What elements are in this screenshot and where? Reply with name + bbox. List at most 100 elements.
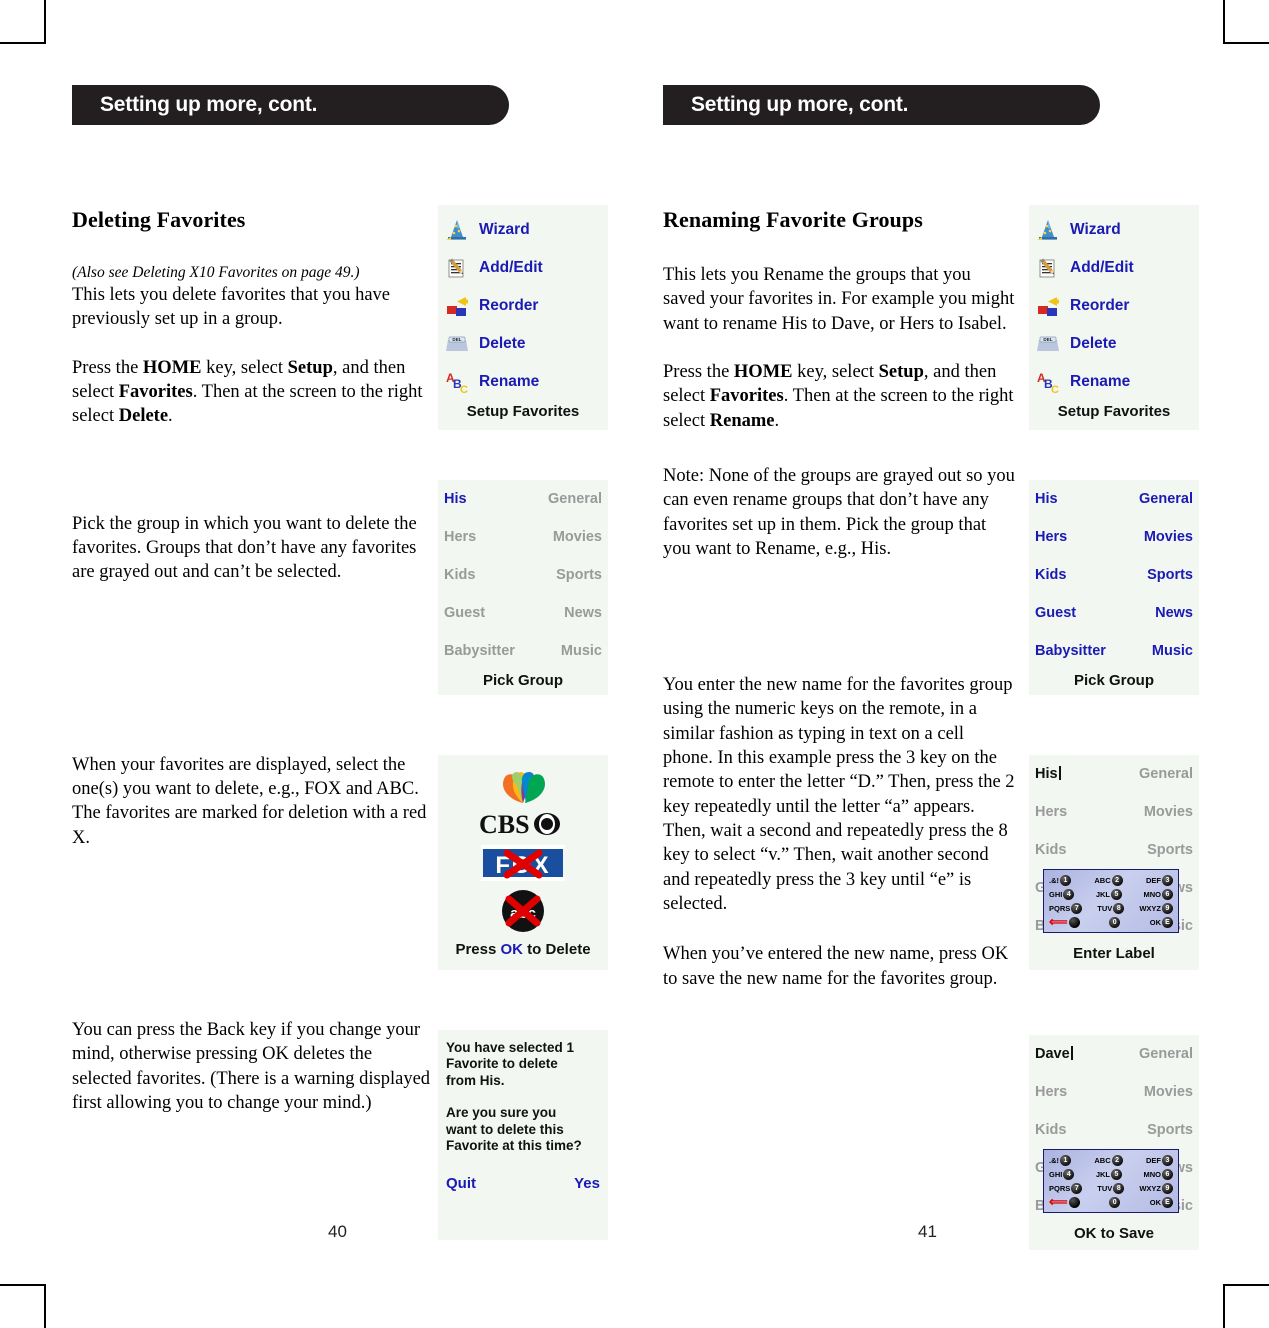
- nbc-peacock-logo[interactable]: [492, 765, 554, 805]
- back-arrow-icon: ⟸: [1049, 1194, 1068, 1209]
- menu-item-wizard[interactable]: Wizard: [1029, 211, 1199, 249]
- right-setup-favorites-menu[interactable]: Wizard Add/Edit Reorder DEL Delete A B C…: [1029, 205, 1199, 430]
- key-7-label: PQRS: [1049, 1183, 1071, 1193]
- key-7[interactable]: PQRS 7: [1049, 902, 1083, 914]
- pick-group-row[interactable]: Kids Sports: [1029, 556, 1199, 594]
- keypad-row: PQRS 7 TUV 8 WXYZ 9: [1046, 901, 1176, 915]
- ok-to-save-screen[interactable]: DaveGeneral HersMovies KidsSports GuestN…: [1029, 1035, 1199, 1250]
- right-pick-group-screen[interactable]: His General Hers Movies Kids Sports Guest Ne…: [1029, 480, 1199, 695]
- svg-text:CBS: CBS: [479, 810, 530, 839]
- lp-delete: Delete: [118, 406, 169, 427]
- menu-item-reorder[interactable]: Reorder: [438, 287, 608, 325]
- group-sports: Sports: [1147, 1122, 1193, 1138]
- key-back[interactable]: ⟸: [1049, 1194, 1080, 1209]
- numeric-keypad-overlay[interactable]: .&! 1 ABC 2 DEF 3 GHI 4 JKL 5 MNO 6 PQRS 7 TUV 8…: [1043, 869, 1179, 933]
- menu-item-rename[interactable]: A B C Rename: [438, 363, 608, 401]
- key-3-label: DEF: [1146, 1155, 1161, 1165]
- key-8[interactable]: TUV 8: [1097, 902, 1125, 914]
- key-9[interactable]: WXYZ 9: [1139, 1182, 1173, 1194]
- key-4[interactable]: GHI 4: [1049, 1168, 1075, 1180]
- menu-item-add-edit[interactable]: Add/Edit: [438, 249, 608, 287]
- menu-item-reorder[interactable]: Reorder: [1029, 287, 1199, 325]
- key-1[interactable]: .&! 1: [1049, 1154, 1071, 1166]
- key-ok[interactable]: OK E: [1150, 916, 1173, 928]
- yes-button[interactable]: Yes: [574, 1175, 600, 1193]
- fox-logo-marked[interactable]: FOX: [481, 843, 565, 883]
- crop-mark-top-right-h: [1225, 42, 1269, 44]
- menu-item-delete[interactable]: DEL Delete: [1029, 325, 1199, 363]
- key-0[interactable]: 0: [1109, 916, 1121, 928]
- pick-group-row[interactable]: Babysitter Music: [438, 632, 608, 670]
- group-hers: Hers: [444, 529, 477, 545]
- group-general: General: [1139, 1046, 1193, 1062]
- abc-logo-marked[interactable]: abc: [495, 887, 551, 935]
- key-2[interactable]: ABC 2: [1094, 1154, 1123, 1166]
- pick-group-row[interactable]: Babysitter Music: [1029, 632, 1199, 670]
- key-0[interactable]: 0: [1109, 1196, 1121, 1208]
- rp-home: HOME: [733, 361, 793, 382]
- key-5[interactable]: JKL 5: [1096, 888, 1122, 900]
- group-kids: Kids: [1035, 1122, 1067, 1138]
- pick-group-row[interactable]: His General: [438, 480, 608, 518]
- pick-group-row[interactable]: Kids Sports: [438, 556, 608, 594]
- key-6-label: MNO: [1143, 889, 1161, 899]
- menu-item-reorder-label: Reorder: [479, 297, 539, 314]
- key-5[interactable]: JKL 5: [1095, 1168, 1122, 1180]
- key-7-digit: 7: [1071, 902, 1083, 914]
- crop-mark-top-left-h: [0, 42, 44, 44]
- label-edit-field[interactable]: His: [1035, 766, 1061, 782]
- menu-item-rename-label: Rename: [1070, 373, 1131, 390]
- enter-label-row[interactable]: Kids Sports: [1029, 831, 1199, 869]
- pick-group-row[interactable]: His General: [1029, 480, 1199, 518]
- pick-group-row[interactable]: Hers Movies: [438, 518, 608, 556]
- group-movies: Movies: [1143, 529, 1193, 545]
- menu-item-delete[interactable]: DEL Delete: [438, 325, 608, 363]
- enter-label-row[interactable]: His General: [1029, 755, 1199, 793]
- ok-to-save-row[interactable]: Dave General: [1029, 1035, 1199, 1073]
- key-7[interactable]: PQRS 7: [1049, 1182, 1083, 1194]
- left-setup-favorites-menu[interactable]: Wizard Add/Edit Reorder DEL Delete A B C…: [438, 205, 608, 430]
- pick-group-row[interactable]: Hers Movies: [1029, 518, 1199, 556]
- key-back-dot: [1068, 916, 1080, 928]
- key-6[interactable]: MNO 6: [1143, 1168, 1173, 1180]
- quit-button[interactable]: Quit: [446, 1175, 476, 1193]
- numeric-keypad-overlay[interactable]: .&! 1 ABC 2 DEF 3 GHI 4 JKL 5 MNO 6 PQRS 7 TUV 8…: [1043, 1149, 1179, 1213]
- menu-item-add-edit[interactable]: Add/Edit: [1029, 249, 1199, 287]
- key-2[interactable]: ABC 2: [1094, 874, 1123, 886]
- key-1[interactable]: .&! 1: [1049, 874, 1071, 886]
- key-8[interactable]: TUV 8: [1097, 1182, 1125, 1194]
- key-6[interactable]: MNO 6: [1143, 888, 1173, 900]
- group-movies: Movies: [552, 529, 602, 545]
- key-9[interactable]: WXYZ 9: [1139, 902, 1173, 914]
- key-3[interactable]: DEF 3: [1146, 1154, 1173, 1166]
- left-pick-group-screen[interactable]: His General Hers Movies Kids Sports Guest Ne…: [438, 480, 608, 695]
- press-ok-to-delete-caption: Press OK to Delete: [438, 939, 608, 964]
- menu-item-rename[interactable]: A B C Rename: [1029, 363, 1199, 401]
- enter-label-caption: Enter Label: [1073, 945, 1155, 962]
- abc-letters-icon: A B C: [444, 369, 470, 395]
- key-7-digit: 7: [1071, 1182, 1083, 1194]
- menu-item-delete-label: Delete: [1070, 335, 1117, 352]
- key-ok[interactable]: OK E: [1150, 1196, 1173, 1208]
- pick-group-row[interactable]: Guest News: [438, 594, 608, 632]
- ok-to-save-row[interactable]: Kids Sports: [1029, 1111, 1199, 1149]
- ok-to-save-row[interactable]: Hers Movies: [1029, 1073, 1199, 1111]
- right-banner-title: Setting up more, cont.: [691, 93, 909, 116]
- enter-label-screen[interactable]: HisGeneral HersMovies KidsSports GuestNe…: [1029, 755, 1199, 970]
- key-4[interactable]: GHI 4: [1049, 888, 1075, 900]
- label-edit-field[interactable]: Dave: [1035, 1046, 1073, 1062]
- key-1-digit: 1: [1060, 874, 1071, 886]
- favorites-delete-screen[interactable]: CBS FOX: [438, 755, 608, 970]
- favorites-logo-list: CBS FOX: [438, 755, 608, 935]
- key-5-digit: 5: [1111, 1168, 1122, 1180]
- key-back[interactable]: ⟸: [1049, 915, 1080, 928]
- enter-label-row[interactable]: Hers Movies: [1029, 793, 1199, 831]
- crop-mark-bottom-right-v: [1223, 1284, 1225, 1328]
- menu-item-wizard[interactable]: Wizard: [438, 211, 608, 249]
- pick-group-row[interactable]: Guest News: [1029, 594, 1199, 632]
- key-3[interactable]: DEF 3: [1146, 874, 1173, 886]
- cbs-eye-logo[interactable]: CBS: [477, 809, 569, 839]
- key-5-label: JKL: [1095, 1169, 1110, 1179]
- delete-confirmation-screen[interactable]: You have selected 1 Favorite to delete f…: [438, 1030, 608, 1240]
- menu-item-delete-label: Delete: [479, 335, 526, 352]
